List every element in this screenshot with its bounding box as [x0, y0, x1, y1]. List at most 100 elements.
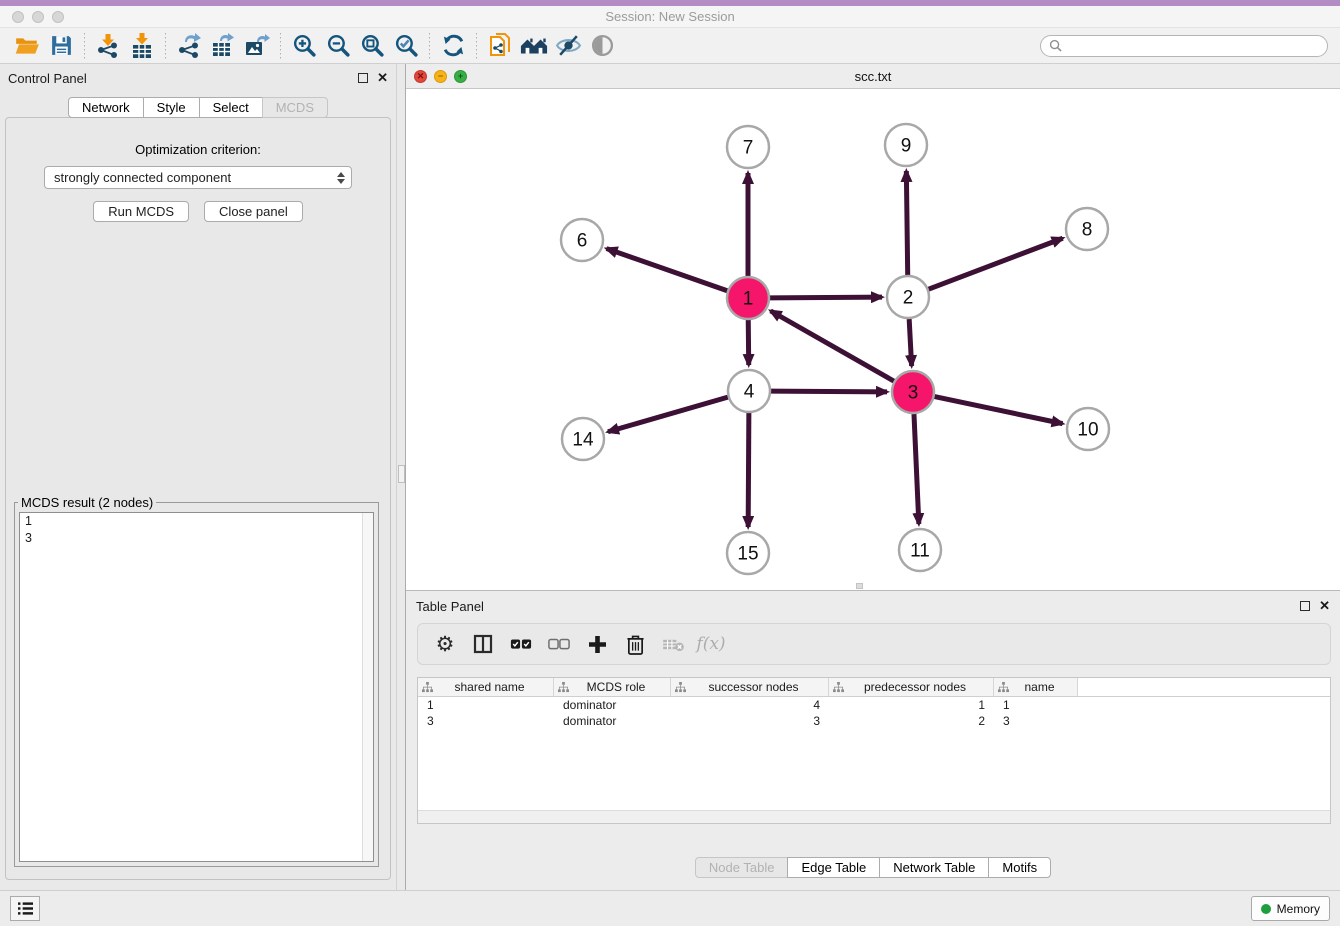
optimization-criterion-select[interactable]: strongly connected component — [44, 166, 352, 189]
tab-edge-table[interactable]: Edge Table — [787, 857, 880, 878]
deselect-all-rows-button[interactable] — [542, 628, 576, 660]
toggle-style-button[interactable] — [551, 31, 585, 61]
node-15[interactable]: 15 — [727, 532, 769, 574]
node-1[interactable]: 1 — [727, 277, 769, 319]
node-10[interactable]: 10 — [1067, 408, 1109, 450]
table-settings-button[interactable]: ⚙ — [428, 628, 462, 660]
show-all-networks-button[interactable] — [517, 31, 551, 61]
table-cell[interactable]: dominator — [554, 714, 671, 728]
edge-1-2[interactable] — [770, 297, 882, 298]
result-scrollbar[interactable] — [362, 513, 373, 861]
edge-3-10[interactable] — [935, 397, 1063, 424]
edge-2-8[interactable] — [929, 238, 1063, 289]
zoom-out-button[interactable] — [321, 31, 355, 61]
edge-4-3[interactable] — [771, 391, 887, 392]
table-cell[interactable]: dominator — [554, 698, 671, 712]
edge-4-14[interactable] — [608, 397, 728, 432]
node-4[interactable]: 4 — [728, 370, 770, 412]
node-9[interactable]: 9 — [885, 124, 927, 166]
splitter-handle[interactable] — [398, 465, 405, 483]
zoom-selected-icon — [393, 32, 420, 59]
new-network-from-selection-button[interactable] — [483, 31, 517, 61]
node-3[interactable]: 3 — [892, 371, 934, 413]
table-horizontal-scrollbar[interactable] — [418, 810, 1330, 823]
column-header-MCDS-role[interactable]: MCDS role — [554, 678, 671, 696]
toggle-graphics-details-button[interactable] — [585, 31, 619, 61]
table-cell[interactable]: 2 — [829, 714, 994, 728]
node-6[interactable]: 6 — [561, 219, 603, 261]
tab-node-table[interactable]: Node Table — [695, 857, 789, 878]
tab-select[interactable]: Select — [199, 97, 263, 118]
open-folder-icon — [14, 33, 40, 59]
delete-column-button[interactable] — [618, 628, 652, 660]
show-task-history-button[interactable] — [10, 896, 40, 921]
network-canvas[interactable]: 1 2 3 4 6 7 8 9 10 11 14 15 — [406, 89, 1340, 590]
search-input[interactable] — [1066, 39, 1319, 53]
delete-table-button[interactable] — [656, 628, 690, 660]
float-panel-icon[interactable] — [358, 73, 368, 83]
select-all-rows-button[interactable] — [504, 628, 538, 660]
zoom-selected-button[interactable] — [389, 31, 423, 61]
table-cell[interactable]: 3 — [994, 714, 1078, 728]
panel-splitter[interactable] — [396, 64, 406, 890]
main-toolbar — [0, 28, 1340, 64]
edge-3-1[interactable] — [771, 311, 894, 381]
node-7[interactable]: 7 — [727, 126, 769, 168]
zoom-fit-button[interactable] — [355, 31, 389, 61]
table-cell[interactable]: 3 — [418, 714, 554, 728]
edge-1-6[interactable] — [607, 249, 728, 291]
import-network-button[interactable] — [91, 31, 125, 61]
close-panel-button[interactable]: Close panel — [204, 201, 303, 222]
run-mcds-button[interactable]: Run MCDS — [93, 201, 189, 222]
close-table-panel-icon[interactable]: ✕ — [1319, 601, 1330, 611]
column-visibility-button[interactable] — [466, 628, 500, 660]
open-session-button[interactable] — [10, 31, 44, 61]
table-cell[interactable]: 1 — [829, 698, 994, 712]
column-header-name[interactable]: name — [994, 678, 1078, 696]
import-table-button[interactable] — [125, 31, 159, 61]
edge-2-9[interactable] — [906, 171, 907, 275]
apply-layout-button[interactable] — [436, 31, 470, 61]
table-cell[interactable]: 1 — [418, 698, 554, 712]
export-image-button[interactable] — [240, 31, 274, 61]
node-label: 10 — [1077, 420, 1098, 441]
float-table-panel-icon[interactable] — [1300, 601, 1310, 611]
function-builder-button[interactable]: f(x) — [694, 628, 728, 660]
table-cell[interactable]: 3 — [671, 714, 829, 728]
table-cell[interactable]: 4 — [671, 698, 829, 712]
tab-network-table[interactable]: Network Table — [879, 857, 989, 878]
node-8[interactable]: 8 — [1066, 208, 1108, 250]
style-hide-icon — [555, 33, 582, 58]
edge-4-15[interactable] — [748, 413, 749, 527]
tab-style[interactable]: Style — [143, 97, 200, 118]
export-table-button[interactable] — [206, 31, 240, 61]
tab-mcds[interactable]: MCDS — [262, 97, 328, 118]
export-network-button[interactable] — [172, 31, 206, 61]
tab-motifs[interactable]: Motifs — [988, 857, 1051, 878]
canvas-resize-grip[interactable] — [856, 583, 863, 589]
node-label: 4 — [744, 382, 755, 403]
table-row[interactable]: 3dominator323 — [418, 713, 1330, 729]
node-11[interactable]: 11 — [899, 529, 941, 571]
toolbar-separator — [84, 33, 85, 59]
control-panel: Control Panel ✕ Network Style Select MCD… — [0, 64, 396, 890]
table-row[interactable]: 1dominator411 — [418, 697, 1330, 713]
node-2[interactable]: 2 — [887, 276, 929, 318]
create-column-button[interactable] — [580, 628, 614, 660]
node-label: 8 — [1082, 220, 1093, 241]
memory-button[interactable]: Memory — [1251, 896, 1330, 921]
tab-network[interactable]: Network — [68, 97, 144, 118]
save-session-button[interactable] — [44, 31, 78, 61]
zoom-in-button[interactable] — [287, 31, 321, 61]
close-panel-icon[interactable]: ✕ — [377, 73, 388, 83]
column-header-successor-nodes[interactable]: successor nodes — [671, 678, 829, 696]
node-14[interactable]: 14 — [562, 418, 604, 460]
table-cell[interactable]: 1 — [994, 698, 1078, 712]
edge-3-11[interactable] — [914, 414, 919, 524]
search-field[interactable] — [1040, 35, 1328, 57]
edge-2-3[interactable] — [909, 319, 911, 366]
column-sort-icon — [422, 682, 433, 693]
column-header-shared-name[interactable]: shared name — [418, 678, 554, 696]
node-label: 3 — [908, 383, 919, 404]
column-header-predecessor-nodes[interactable]: predecessor nodes — [829, 678, 994, 696]
